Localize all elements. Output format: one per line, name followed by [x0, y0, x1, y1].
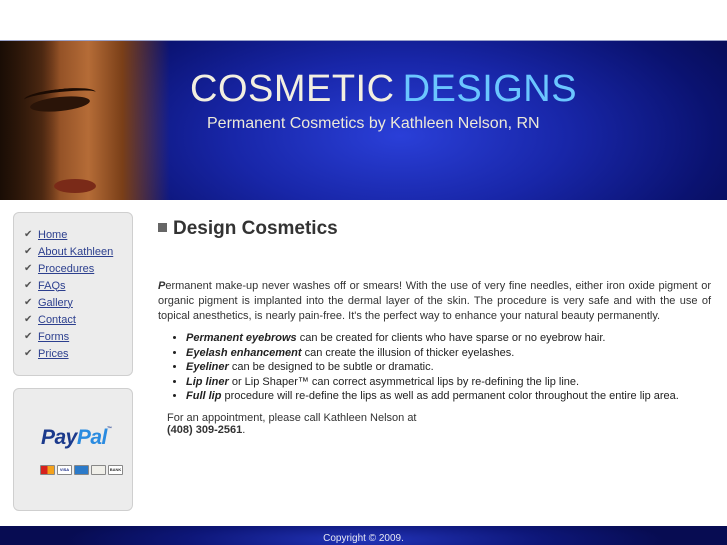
nav-link-prices[interactable]: Prices — [38, 348, 69, 360]
list-item: Full lip procedure will re-define the li… — [186, 389, 706, 404]
nav-link-faqs[interactable]: FAQs — [38, 280, 66, 292]
footer: Copyright © 2009. — [0, 526, 727, 545]
lips-shape — [54, 179, 96, 193]
nav-item-prices[interactable]: ✔ Prices — [24, 345, 132, 362]
appointment-info: For an appointment, please call Kathleen… — [167, 412, 417, 436]
nav-item-home[interactable]: ✔ Home — [24, 226, 132, 243]
procedure-list: Permanent eyebrows can be created for cl… — [186, 331, 706, 404]
model-face-image — [0, 41, 170, 200]
mastercard-icon — [40, 465, 55, 475]
list-item: Permanent eyebrows can be created for cl… — [186, 331, 706, 346]
header-banner: COSMETIC DESIGNS Permanent Cosmetics by K… — [0, 40, 727, 200]
discover-icon — [91, 465, 106, 475]
nav-item-gallery[interactable]: ✔ Gallery — [24, 294, 132, 311]
nav-item-contact[interactable]: ✔ Contact — [24, 311, 132, 328]
copyright-text: Copyright © 2009. — [323, 533, 404, 544]
appointment-text: For an appointment, please call Kathleen… — [167, 412, 417, 424]
list-item: Eyelash enhancement can create the illus… — [186, 346, 706, 361]
check-icon: ✔ — [24, 331, 33, 342]
nav-item-forms[interactable]: ✔ Forms — [24, 328, 132, 345]
site-title-word-2: DESIGNS — [402, 68, 578, 110]
bank-icon: BANK — [108, 465, 123, 475]
site-subtitle: Permanent Cosmetics by Kathleen Nelson, … — [207, 115, 540, 132]
site-title-word-1: COSMETIC — [190, 68, 395, 110]
site-title: COSMETIC DESIGNS — [190, 67, 610, 111]
paypal-panel: PayPal™ VISA BANK — [13, 388, 133, 511]
nav-item-about-kathleen[interactable]: ✔ About Kathleen — [24, 243, 132, 260]
check-icon: ✔ — [24, 297, 33, 308]
list-item: Eyeliner can be designed to be subtle or… — [186, 360, 706, 375]
nav-item-faqs[interactable]: ✔ FAQs — [24, 277, 132, 294]
visa-icon: VISA — [57, 465, 72, 475]
intro-text: ermanent make-up never washes off or sme… — [158, 280, 711, 322]
nav-link-about-kathleen[interactable]: About Kathleen — [38, 246, 113, 258]
paypal-logo[interactable]: PayPal™ — [41, 426, 112, 450]
list-item: Lip liner or Lip Shaper™ can correct asy… — [186, 375, 706, 390]
amex-icon — [74, 465, 89, 475]
check-icon: ✔ — [24, 314, 33, 325]
page-heading-text: Design Cosmetics — [173, 218, 338, 239]
accepted-cards: VISA BANK — [40, 465, 123, 475]
nav-item-procedures[interactable]: ✔ Procedures — [24, 260, 132, 277]
nav-link-contact[interactable]: Contact — [38, 314, 76, 326]
page-heading: Design Cosmetics — [158, 218, 338, 240]
nav-link-forms[interactable]: Forms — [38, 331, 69, 343]
check-icon: ✔ — [24, 348, 33, 359]
nav-link-procedures[interactable]: Procedures — [38, 263, 94, 275]
intro-paragraph: Permanent make-up never washes off or sm… — [158, 279, 711, 324]
check-icon: ✔ — [24, 263, 33, 274]
check-icon: ✔ — [24, 246, 33, 257]
check-icon: ✔ — [24, 229, 33, 240]
sidebar-nav: ✔ Home ✔ About Kathleen ✔ Procedures ✔ F… — [13, 212, 133, 376]
check-icon: ✔ — [24, 280, 33, 291]
phone-number: (408) 309-2561 — [167, 424, 243, 436]
nav-link-gallery[interactable]: Gallery — [38, 297, 73, 309]
top-strip — [0, 0, 727, 40]
square-bullet-icon — [158, 223, 167, 232]
nav-link-home[interactable]: Home — [38, 229, 67, 241]
